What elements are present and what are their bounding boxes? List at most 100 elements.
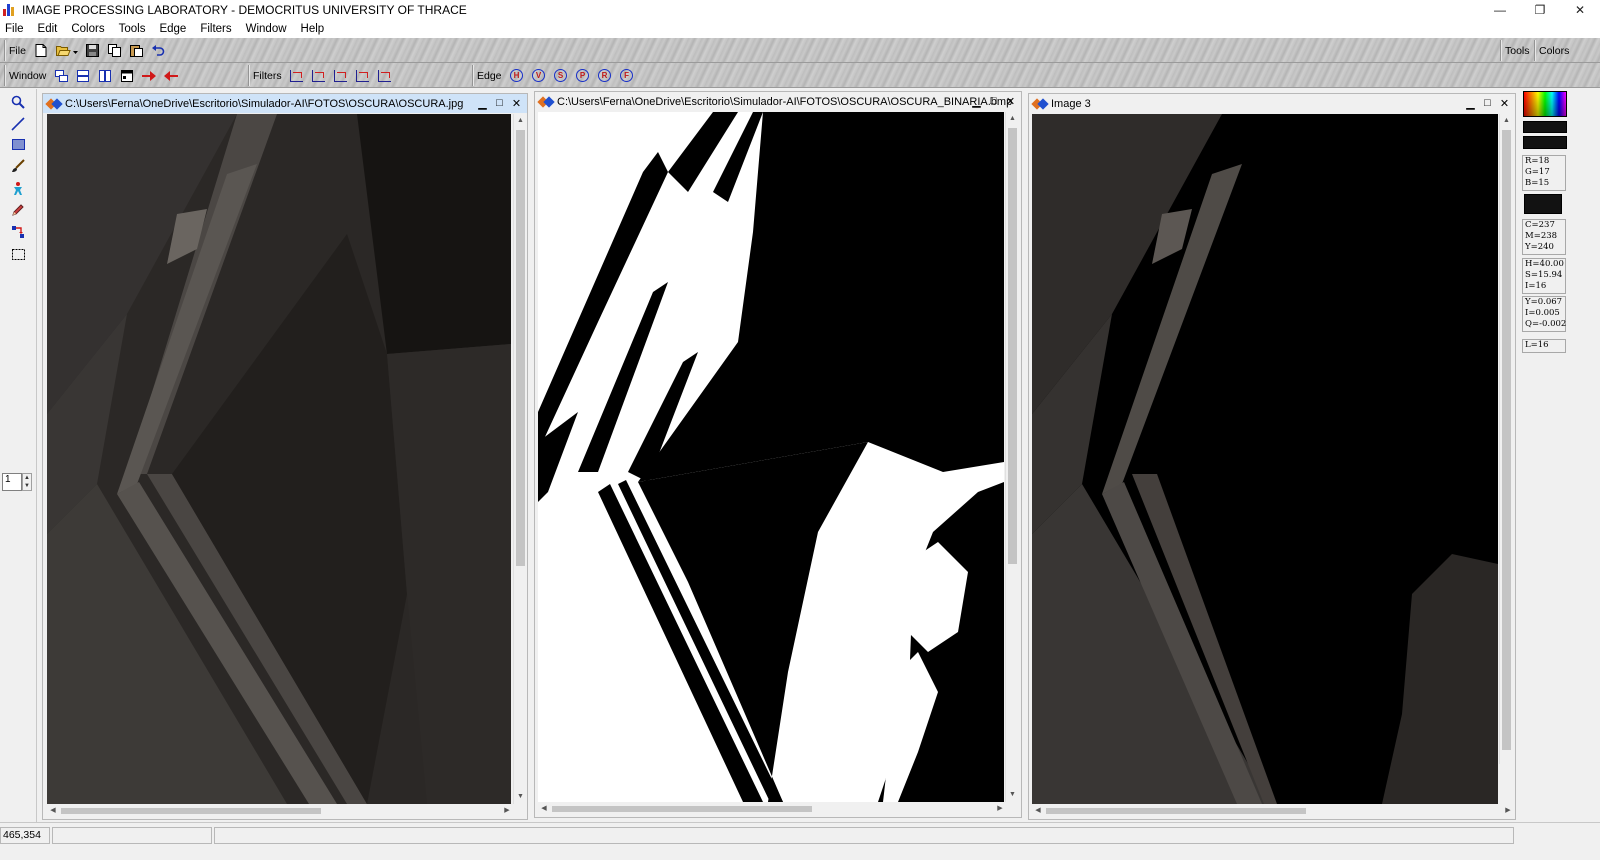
edge-v-button[interactable]: V: [528, 66, 550, 85]
open-folder-icon: [55, 46, 78, 56]
color-spectrum-picker[interactable]: [1523, 91, 1567, 117]
mdi-workspace: C:\Users\Ferna\OneDrive\Escritorio\Simul…: [38, 89, 1518, 822]
image-window-binary[interactable]: C:\Users\Ferna\OneDrive\Escritorio\Simul…: [534, 91, 1022, 818]
previous-window-button[interactable]: [160, 66, 182, 85]
transform-tool[interactable]: [8, 223, 28, 241]
image-window-titlebar[interactable]: Image 3 ▁ □ ✕: [1029, 94, 1515, 113]
menu-filters[interactable]: Filters: [193, 23, 238, 35]
menu-edge[interactable]: Edge: [152, 23, 193, 35]
scroll-left-icon[interactable]: ◀: [538, 802, 550, 816]
menu-help[interactable]: Help: [294, 23, 332, 35]
open-file-button[interactable]: [52, 41, 82, 60]
brush-size-spinner[interactable]: 1 ▲ ▼: [2, 473, 36, 491]
paste-button[interactable]: [126, 41, 148, 60]
child-maximize-button[interactable]: □: [491, 95, 508, 111]
scroll-up-icon[interactable]: ▲: [514, 114, 527, 128]
arrange-icons-button[interactable]: [116, 66, 138, 85]
scroll-right-icon[interactable]: ▶: [994, 802, 1006, 816]
copy-button[interactable]: [104, 41, 126, 60]
cascade-button[interactable]: [50, 66, 72, 85]
menu-colors[interactable]: Colors: [64, 23, 111, 35]
background-color-swatch[interactable]: [1523, 136, 1567, 149]
image-window-titlebar[interactable]: C:\Users\Ferna\OneDrive\Escritorio\Simul…: [43, 94, 527, 113]
vertical-scrollbar[interactable]: ▲ ▼: [1005, 112, 1019, 802]
edge-h-button[interactable]: H: [506, 66, 528, 85]
scroll-left-icon[interactable]: ◀: [47, 804, 59, 818]
horizontal-scrollbar[interactable]: ◀ ▶: [1032, 804, 1514, 818]
rectangle-tool[interactable]: [8, 135, 28, 153]
app-logo-icon: [3, 3, 17, 16]
horizontal-scrollbar[interactable]: ◀ ▶: [47, 804, 513, 818]
image-window-original[interactable]: C:\Users\Ferna\OneDrive\Escritorio\Simul…: [42, 93, 528, 820]
image-window-result[interactable]: Image 3 ▁ □ ✕ ▲ ◀ ▶: [1028, 93, 1516, 820]
menu-edit[interactable]: Edit: [31, 23, 65, 35]
child-maximize-button[interactable]: □: [1479, 95, 1496, 111]
image-canvas-binary[interactable]: [538, 112, 1004, 802]
menu-tools[interactable]: Tools: [112, 23, 153, 35]
scroll-up-icon[interactable]: ▲: [1500, 114, 1513, 128]
scroll-right-icon[interactable]: ▶: [1502, 804, 1514, 818]
scroll-thumb[interactable]: [1008, 128, 1017, 564]
status-bar: 465,354: [0, 822, 1600, 860]
spin-up-icon[interactable]: ▲: [23, 474, 31, 482]
pencil-tool[interactable]: [8, 201, 28, 219]
tools-toolbar-label[interactable]: Tools: [1505, 45, 1530, 57]
spin-down-icon[interactable]: ▼: [23, 482, 31, 490]
filter-button-1[interactable]: [286, 66, 308, 85]
image-window-titlebar[interactable]: C:\Users\Ferna\OneDrive\Escritorio\Simul…: [535, 92, 1021, 111]
zoom-tool[interactable]: [8, 93, 28, 111]
image-canvas-original[interactable]: [47, 114, 511, 804]
selection-tool[interactable]: [8, 245, 28, 263]
vertical-scrollbar[interactable]: ▲ ▼: [513, 114, 527, 804]
tile-vertical-button[interactable]: [94, 66, 116, 85]
filter-button-3[interactable]: [330, 66, 352, 85]
scroll-down-icon[interactable]: ▼: [514, 790, 527, 804]
child-close-button[interactable]: ✕: [1002, 93, 1019, 109]
scroll-thumb[interactable]: [1502, 130, 1511, 750]
filter-button-5[interactable]: [374, 66, 396, 85]
child-maximize-button[interactable]: □: [985, 93, 1002, 109]
edge-r-button[interactable]: R: [594, 66, 616, 85]
edge-f-button[interactable]: F: [616, 66, 638, 85]
new-file-button[interactable]: [30, 41, 52, 60]
scroll-down-icon[interactable]: ▼: [1006, 788, 1019, 802]
colors-toolbar-label[interactable]: Colors: [1539, 45, 1569, 57]
scroll-up-icon[interactable]: ▲: [1006, 112, 1019, 126]
scroll-thumb[interactable]: [552, 806, 812, 812]
minimize-window-button[interactable]: —: [1480, 0, 1520, 19]
filter-button-2[interactable]: [308, 66, 330, 85]
scroll-thumb[interactable]: [61, 808, 321, 814]
filter-button-4[interactable]: [352, 66, 374, 85]
current-color-swatch: [1524, 194, 1562, 214]
foreground-color-swatch[interactable]: [1523, 121, 1567, 133]
tile-horizontal-button[interactable]: [72, 66, 94, 85]
fill-tool[interactable]: [8, 179, 28, 197]
maximize-window-button[interactable]: ❐: [1520, 0, 1560, 19]
next-window-button[interactable]: [138, 66, 160, 85]
scroll-left-icon[interactable]: ◀: [1032, 804, 1044, 818]
child-minimize-button[interactable]: ▁: [968, 93, 985, 109]
save-button[interactable]: [82, 41, 104, 60]
filters-toolbar-label: Filters: [253, 69, 282, 82]
image-canvas-result[interactable]: [1032, 114, 1498, 804]
child-close-button[interactable]: ✕: [1496, 95, 1513, 111]
edge-toolbar-group: Edge H V S P R F: [472, 65, 638, 86]
horizontal-scrollbar[interactable]: ◀ ▶: [538, 802, 1006, 816]
scroll-thumb[interactable]: [1046, 808, 1306, 814]
brush-tool[interactable]: [8, 157, 28, 175]
edge-p-button[interactable]: P: [572, 66, 594, 85]
child-minimize-button[interactable]: ▁: [474, 95, 491, 111]
menu-window[interactable]: Window: [239, 23, 294, 35]
scroll-thumb[interactable]: [516, 130, 525, 566]
brush-size-input[interactable]: 1: [2, 473, 22, 491]
edge-s-button[interactable]: S: [550, 66, 572, 85]
vertical-scrollbar[interactable]: ▲: [1499, 114, 1513, 764]
undo-button[interactable]: [148, 41, 170, 60]
close-window-button[interactable]: ✕: [1560, 0, 1600, 19]
child-minimize-button[interactable]: ▁: [1462, 95, 1479, 111]
menu-file[interactable]: File: [0, 23, 31, 35]
child-close-button[interactable]: ✕: [508, 95, 525, 111]
image-window-title: C:\Users\Ferna\OneDrive\Escritorio\Simul…: [557, 95, 1013, 108]
scroll-right-icon[interactable]: ▶: [501, 804, 513, 818]
line-tool[interactable]: [8, 115, 28, 133]
